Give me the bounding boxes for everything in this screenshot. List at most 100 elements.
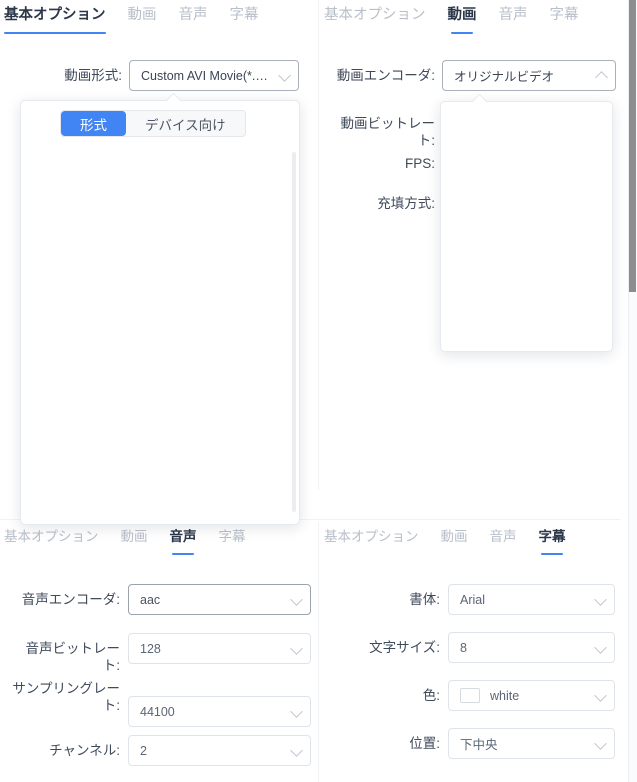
panel-audio: 基本オプション 動画 音声 字幕 音声エンコーダ: aac 音声ビットレート: … (0, 522, 318, 782)
channel-value: 2 (140, 743, 147, 758)
tab-label: 動画 (127, 7, 157, 23)
font-value: Arial (460, 592, 486, 607)
tab-label: 動画 (120, 529, 148, 544)
sampling-rate-value: 44100 (140, 704, 175, 719)
sampling-rate-select[interactable]: 44100 (128, 696, 311, 727)
format-list-scrollbar[interactable] (292, 152, 296, 512)
tab-label: 字幕 (229, 7, 259, 23)
segment-format[interactable]: 形式 (61, 111, 126, 136)
chevron-down-icon (278, 68, 291, 82)
tab-audio[interactable]: 音声 (179, 6, 208, 34)
field-position: 位置: 下中央 (358, 728, 615, 759)
audio-bitrate-select[interactable]: 128 (128, 633, 311, 664)
chevron-down-icon (290, 641, 303, 655)
chevron-down-icon (594, 592, 607, 606)
chevron-down-icon (594, 736, 607, 750)
chevron-down-icon (594, 640, 607, 654)
app-root: 基本オプション 動画 音声 字幕 動画形式: Custom AVI Movie(… (0, 0, 637, 782)
color-value: white (490, 688, 520, 703)
tab-label: 字幕 (218, 529, 246, 544)
video-encoder-dropdown-panel (440, 93, 613, 352)
tab-audio[interactable]: 音声 (499, 6, 528, 34)
tab-label: 音声 (498, 7, 528, 23)
segment-label: デバイス向け (145, 117, 226, 133)
color-swatch (460, 688, 480, 703)
field-label: 動画形式: (64, 68, 122, 83)
chevron-down-icon (290, 704, 303, 718)
tab-label: 動画 (440, 529, 468, 544)
tab-video[interactable]: 動画 (128, 6, 157, 34)
field-sampling-rate: サンプリングレート: 44100 (12, 680, 311, 727)
tab-label: 基本オプション (4, 7, 106, 23)
tab-label: 字幕 (538, 529, 566, 544)
audio-encoder-select[interactable]: aac (128, 584, 311, 615)
field-color: 色: white (358, 680, 615, 711)
tabstrip-subtitle: 基本オプション 動画 音声 字幕 (324, 527, 588, 561)
tab-audio[interactable]: 音声 (490, 527, 517, 555)
tab-label: 音声 (178, 7, 208, 23)
field-label: 音声ビットレート: (25, 641, 121, 673)
tab-video[interactable]: 動画 (121, 527, 148, 555)
font-select[interactable]: Arial (448, 584, 615, 615)
field-label: サンプリングレート: (12, 681, 120, 713)
field-audio-encoder: 音声エンコーダ: aac (12, 584, 311, 615)
panel-divider-vertical-bottom (318, 522, 319, 782)
field-label: チャンネル: (49, 743, 120, 758)
field-channel: チャンネル: 2 (12, 735, 311, 766)
chevron-down-icon (290, 743, 303, 757)
position-select[interactable]: 下中央 (448, 728, 615, 759)
field-fill-mode: 充填方式: (330, 188, 435, 212)
video-encoder-select[interactable]: オリジナルビデオ (442, 60, 616, 91)
format-source-segmented-control: 形式 デバイス向け (60, 110, 246, 137)
field-label: 位置: (409, 736, 440, 751)
tab-basic-options[interactable]: 基本オプション (4, 6, 106, 34)
tab-label: 字幕 (549, 7, 579, 23)
chevron-down-icon (594, 688, 607, 702)
window-scrollbar-thumb[interactable] (629, 0, 636, 292)
segment-device[interactable]: デバイス向け (126, 111, 245, 136)
field-audio-bitrate: 音声ビットレート: 128 (12, 633, 311, 674)
window-scrollbar-track[interactable] (628, 0, 637, 782)
audio-bitrate-value: 128 (140, 641, 161, 656)
tab-subtitle[interactable]: 字幕 (219, 527, 246, 555)
tab-video[interactable]: 動画 (448, 6, 477, 34)
tab-subtitle[interactable]: 字幕 (539, 527, 566, 555)
tab-label: 動画 (447, 7, 477, 23)
field-video-bitrate: 動画ビットレート: (330, 108, 436, 149)
font-size-select[interactable]: 8 (448, 632, 615, 663)
field-font: 書体: Arial (358, 584, 615, 615)
field-font-size: 文字サイズ: 8 (358, 632, 615, 663)
tab-subtitle[interactable]: 字幕 (230, 6, 259, 34)
tab-label: 音声 (169, 529, 197, 544)
tab-label: 基本オプション (4, 529, 99, 544)
color-select[interactable]: white (448, 680, 615, 711)
video-format-dropdown-panel (20, 92, 300, 525)
panel-subtitle: 基本オプション 動画 音声 字幕 書体: Arial 文字サイズ: 8 色: w… (320, 522, 620, 782)
tab-video[interactable]: 動画 (441, 527, 468, 555)
chevron-up-icon (595, 70, 608, 84)
video-format-value: Custom AVI Movie(*.avi) (141, 68, 272, 83)
video-encoder-value: オリジナルビデオ (454, 70, 555, 84)
audio-encoder-value: aac (140, 592, 161, 607)
field-video-encoder: 動画エンコーダ: オリジナルビデオ (330, 60, 616, 91)
field-label: 色: (422, 688, 440, 703)
field-fps: FPS: (330, 148, 435, 172)
tab-basic-options[interactable]: 基本オプション (324, 6, 426, 34)
tab-subtitle[interactable]: 字幕 (550, 6, 579, 34)
position-value: 下中央 (460, 738, 498, 752)
field-label: FPS: (404, 156, 435, 171)
field-label: 動画エンコーダ: (336, 68, 435, 83)
segment-label: 形式 (80, 117, 107, 133)
tab-audio[interactable]: 音声 (170, 527, 197, 555)
tabstrip-video: 基本オプション 動画 音声 字幕 (324, 6, 601, 40)
field-label: 音声エンコーダ: (21, 592, 120, 607)
video-format-select[interactable]: Custom AVI Movie(*.avi) (129, 60, 299, 91)
field-label: 文字サイズ: (369, 640, 440, 655)
chevron-down-icon (290, 592, 303, 606)
font-size-value: 8 (460, 640, 467, 655)
field-label: 書体: (409, 592, 440, 607)
tab-basic-options[interactable]: 基本オプション (4, 527, 99, 555)
tab-basic-options[interactable]: 基本オプション (324, 527, 419, 555)
channel-select[interactable]: 2 (128, 735, 311, 766)
tabstrip-basic-options: 基本オプション 動画 音声 字幕 (4, 6, 281, 40)
